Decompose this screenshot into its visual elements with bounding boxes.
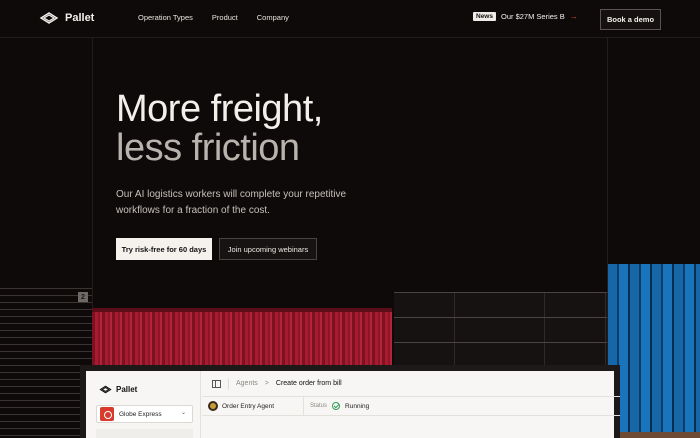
chevron-down-icon: ⌄ xyxy=(180,410,186,416)
brand-logo[interactable]: Pallet xyxy=(39,11,94,25)
nav-link-operation-types[interactable]: Operation Types xyxy=(138,13,193,22)
sidebar-item-placeholder xyxy=(96,429,193,438)
preview-logo: Pallet xyxy=(99,385,137,394)
warehouse-shelves-illustration: 2 xyxy=(0,288,92,438)
agent-name: Order Entry Agent xyxy=(222,402,275,410)
pallet-logo-icon xyxy=(99,385,112,394)
sidebar-toggle-icon[interactable] xyxy=(212,379,221,388)
agent-cell: Order Entry Agent xyxy=(202,397,304,415)
preview-topbar: Agents > Create order from bill xyxy=(202,371,620,397)
hero-title-line2: less friction xyxy=(116,127,300,169)
org-selector[interactable]: Globe Express ⌄ xyxy=(96,405,193,423)
nav-link-company[interactable]: Company xyxy=(257,13,289,22)
breadcrumb-current: Create order from bill xyxy=(275,380,342,387)
news-badge: News xyxy=(473,12,496,21)
arrow-right-icon: → xyxy=(569,12,578,21)
preview-brand-name: Pallet xyxy=(116,385,138,394)
nav-link-product[interactable]: Product xyxy=(212,13,238,22)
news-text: Our $27M Series B xyxy=(500,12,565,21)
brand-name: Pallet xyxy=(65,12,95,24)
status-label: Status xyxy=(310,403,328,409)
hero-subtitle: Our AI logistics workers will complete y… xyxy=(116,189,347,216)
breadcrumb-agents[interactable]: Agents xyxy=(236,380,258,387)
top-nav: Pallet Operation Types Product Company N… xyxy=(0,0,700,38)
org-name: Globe Express xyxy=(119,410,162,418)
app-preview: Pallet Globe Express ⌄ Agents > Create o… xyxy=(80,365,620,438)
divider xyxy=(228,377,229,390)
org-logo-icon xyxy=(100,407,114,421)
breadcrumb-separator: > xyxy=(264,380,269,387)
blue-pallets-illustration xyxy=(608,264,700,438)
news-announcement[interactable]: News Our $27M Series B → xyxy=(473,12,578,21)
hero-title-line1: More freight, xyxy=(116,88,323,130)
agent-avatar xyxy=(208,401,218,411)
try-free-button[interactable]: Try risk-free for 60 days xyxy=(116,238,212,260)
nav-links: Operation Types Product Company xyxy=(138,13,289,22)
status-value: Running xyxy=(345,402,370,410)
webinars-button[interactable]: Join upcoming webinars xyxy=(219,238,317,260)
status-cell: Status Running xyxy=(304,402,369,410)
row-divider xyxy=(202,415,620,416)
hero-title: More freight, less friction xyxy=(116,90,323,168)
preview-sidebar: Pallet Globe Express ⌄ xyxy=(86,371,201,438)
shelf-number: 2 xyxy=(78,292,88,302)
agent-row[interactable]: Order Entry Agent Status Running xyxy=(202,397,620,415)
book-demo-button[interactable]: Book a demo xyxy=(600,9,661,30)
check-circle-icon xyxy=(332,402,341,410)
pallet-logo-icon xyxy=(39,12,59,24)
